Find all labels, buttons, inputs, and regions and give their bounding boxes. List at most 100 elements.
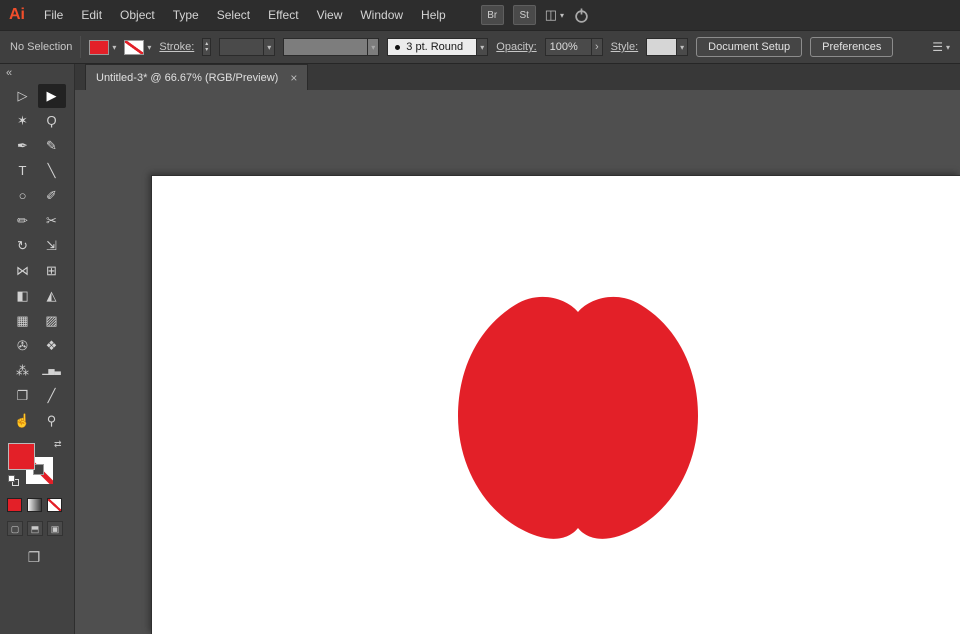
document-tab[interactable]: Untitled-3* @ 66.67% (RGB/Preview) × [85, 64, 309, 90]
brush-definition-dropdown[interactable]: 3 pt. Round ▾ [387, 38, 489, 56]
preferences-button[interactable]: Preferences [810, 37, 894, 57]
menu-object[interactable]: Object [111, 8, 164, 22]
stroke-label[interactable]: Stroke: [159, 41, 194, 53]
power-icon[interactable] [573, 7, 590, 24]
screen-mode-button[interactable]: ❐ [22, 548, 46, 566]
menu-items: File Edit Object Type Select Effect View Window… [35, 8, 455, 22]
opacity-panel-arrow-icon[interactable]: › [590, 39, 602, 55]
draw-normal-mode-button[interactable]: ▢ [7, 521, 23, 536]
default-fill-stroke-icon[interactable] [8, 475, 21, 488]
draw-behind-mode-button[interactable]: ⬒ [27, 521, 43, 536]
line-segment-tool[interactable]: ╲ [38, 159, 66, 183]
symbol-sprayer-tool[interactable]: ⁂ [9, 359, 37, 383]
color-swatch-button[interactable] [7, 498, 22, 512]
opacity-label[interactable]: Opacity: [496, 41, 536, 53]
menu-edit[interactable]: Edit [72, 8, 111, 22]
paintbrush-tool[interactable]: ✐ [38, 184, 66, 208]
menu-file[interactable]: File [35, 8, 72, 22]
menu-help[interactable]: Help [412, 8, 455, 22]
stock-button[interactable]: St [512, 5, 536, 25]
stroke-weight-dropdown[interactable]: ▾ [219, 38, 276, 56]
illustrator-window: Ai File Edit Object Type Select Effect View Win… [0, 0, 960, 634]
workspace-switcher-icon: ◫ [544, 7, 558, 22]
chevron-down-icon: ▾ [560, 10, 565, 20]
apple-shape[interactable] [453, 288, 703, 544]
selection-tool[interactable]: ▶ [37, 84, 66, 108]
opacity-value: 100% [549, 41, 578, 53]
lasso-tool[interactable]: Ϙ [38, 109, 66, 133]
eyedropper-tool[interactable]: ✇ [9, 334, 37, 358]
chevron-down-icon: ▾ [945, 42, 950, 52]
gradient-swatch-button[interactable] [27, 498, 42, 512]
magic-wand-tool[interactable]: ✶ [9, 109, 37, 133]
style-dropdown[interactable]: ▾ [646, 38, 689, 56]
chevron-down-icon: ▾ [112, 42, 117, 52]
canvas[interactable] [75, 90, 960, 634]
artboard-tool[interactable]: ❐ [9, 384, 37, 408]
menu-view[interactable]: View [308, 8, 352, 22]
fill-color-dropdown[interactable]: ▾ [89, 39, 117, 55]
control-panel-menu[interactable]: ☰ ▾ [932, 40, 950, 54]
pen-tool[interactable]: ✒ [9, 134, 37, 158]
document-setup-button[interactable]: Document Setup [696, 37, 803, 57]
app-logo[interactable]: Ai [0, 6, 35, 24]
selection-status: No Selection [10, 41, 73, 53]
width-profile-dropdown[interactable]: ▾ [283, 38, 380, 56]
collapse-panel-icon[interactable]: « [0, 64, 74, 82]
scale-tool[interactable]: ⇲ [38, 234, 66, 258]
hand-tool[interactable]: ☝ [9, 409, 37, 433]
chevron-down-icon: ▾ [477, 38, 489, 56]
free-transform-tool[interactable]: ⊞ [38, 259, 66, 283]
chevron-down-icon: ▾ [147, 42, 152, 52]
blend-tool[interactable]: ❖ [38, 334, 66, 358]
menu-type[interactable]: Type [164, 8, 208, 22]
style-swatch [647, 39, 677, 55]
ellipse-tool[interactable]: ○ [9, 184, 37, 208]
tab-bar: Untitled-3* @ 66.67% (RGB/Preview) × [75, 64, 960, 90]
draw-inside-mode-button[interactable]: ▣ [47, 521, 63, 536]
brush-definition-value: 3 pt. Round [406, 41, 464, 53]
direct-selection-tool[interactable]: ▷ [9, 84, 37, 108]
menu-effect[interactable]: Effect [259, 8, 307, 22]
tab-close-icon[interactable]: × [290, 72, 297, 84]
menubar-right: Br St ◫ ▾ [480, 5, 590, 25]
separator [80, 36, 82, 58]
bridge-button[interactable]: Br [480, 5, 504, 25]
zoom-tool[interactable]: ⚲ [38, 409, 66, 433]
stroke-color-dropdown[interactable]: ▾ [124, 39, 152, 55]
slice-tool[interactable]: ╱ [38, 384, 66, 408]
menubar: Ai File Edit Object Type Select Effect View Win… [0, 0, 960, 30]
mesh-tool[interactable]: ▦ [9, 309, 37, 333]
curvature-tool[interactable]: ✎ [38, 134, 66, 158]
stepper-down-icon[interactable]: ▾ [205, 47, 208, 53]
brush-preview-icon [395, 44, 401, 50]
menu-window[interactable]: Window [351, 8, 412, 22]
stroke-swatch [124, 39, 145, 55]
document-area: Untitled-3* @ 66.67% (RGB/Preview) × [75, 64, 960, 634]
shape-builder-tool[interactable]: ◧ [9, 284, 37, 308]
rotate-tool[interactable]: ↻ [9, 234, 37, 258]
artboard[interactable] [151, 175, 960, 634]
chevron-down-icon: ▾ [263, 39, 274, 55]
type-tool[interactable]: T [9, 159, 37, 183]
width-tool[interactable]: ⋈ [9, 259, 37, 283]
drawing-modes: ▢ ⬒ ▣ [0, 512, 74, 536]
perspective-grid-tool[interactable]: ◭ [38, 284, 66, 308]
workspace-switcher[interactable]: ◫ ▾ [545, 7, 564, 23]
none-swatch-button[interactable] [47, 498, 62, 512]
swatch-buttons [0, 491, 74, 512]
menu-select[interactable]: Select [208, 8, 259, 22]
stroke-weight-stepper[interactable]: ▴ ▾ [202, 38, 212, 56]
control-bar: No Selection ▾ ▾ Stroke: ▴ ▾ ▾ ▾ 3 pt. R… [0, 30, 960, 64]
opacity-dropdown[interactable]: 100% › [544, 38, 603, 56]
chevron-down-icon: ▾ [676, 39, 687, 55]
style-label[interactable]: Style: [611, 41, 639, 53]
document-tab-title: Untitled-3* @ 66.67% (RGB/Preview) [96, 71, 279, 84]
swap-fill-stroke-icon[interactable]: ⇄ [54, 439, 62, 450]
pencil-tool[interactable]: ✏ [9, 209, 37, 233]
tools-panel: « ▷ ▶ ✶ Ϙ ✒ ✎ T ╲ ○ ✐ ✏ ✂ ↻ ⇲ ⋈ ⊞ ◧ ◭ ▦ ▨ ✇ ❖ ⁂ ▁▅▃ ❐ ╱ ☝ ⚲ ⇄ ▢ ⬒ ▣ ❐ [0, 64, 75, 634]
gradient-tool[interactable]: ▨ [38, 309, 66, 333]
column-graph-tool[interactable]: ▁▅▃ [38, 359, 66, 383]
fill-control[interactable] [8, 443, 35, 470]
scissors-tool[interactable]: ✂ [38, 209, 66, 233]
